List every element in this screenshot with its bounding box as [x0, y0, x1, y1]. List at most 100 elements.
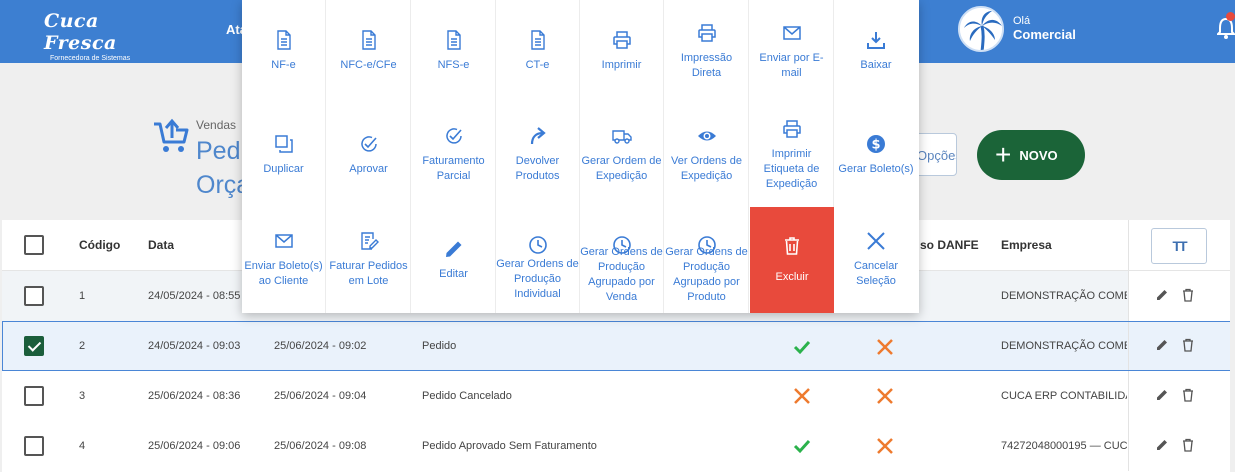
cell-date: 25/06/2024 - 09:06 [148, 440, 241, 452]
menu-item-excluir[interactable]: Excluir [750, 207, 834, 313]
menu-item-imprimir[interactable]: Imprimir [580, 0, 664, 103]
cell-date: 24/05/2024 - 08:55 [148, 290, 241, 302]
printer-icon [612, 31, 631, 49]
edit-document-icon [360, 232, 379, 250]
trash-icon[interactable] [1181, 388, 1195, 402]
table-row[interactable]: 3 25/06/2024 - 08:36 25/06/2024 - 09:04 … [2, 371, 1230, 421]
cell-code: 3 [79, 390, 86, 402]
menu-item-label: Imprimir [601, 59, 642, 71]
menu-item-ordens-producao-produto[interactable]: Gerar Ordens de Produção Agrupado por Pr… [665, 207, 749, 313]
menu-item-label: NFC-e/CFe [340, 59, 397, 71]
row-checkbox[interactable] [24, 386, 44, 406]
menu-item-label: Faturar Pedidos em Lote [329, 260, 408, 287]
x-icon [794, 388, 810, 404]
menu-item-devolver-produtos[interactable]: Devolver Produtos [496, 103, 580, 207]
column-header-danfe[interactable]: so DANFE [920, 220, 980, 270]
pencil-icon[interactable] [1155, 438, 1169, 452]
column-header-empresa[interactable]: Empresa [1001, 220, 1052, 270]
menu-item-impressao-direta[interactable]: Impressão Direta [665, 0, 749, 103]
columns-toggle-button[interactable]: TT [1151, 228, 1207, 264]
plus-icon: + [995, 139, 1012, 170]
menu-item-enviar-boletos[interactable]: Enviar Boleto(s) ao Cliente [242, 207, 326, 313]
menu-item-label: Enviar Boleto(s) ao Cliente [244, 260, 323, 287]
trash-icon [785, 236, 799, 255]
trash-icon[interactable] [1181, 438, 1195, 452]
row-checkbox[interactable] [24, 436, 44, 456]
trash-icon[interactable] [1181, 338, 1195, 352]
pencil-icon[interactable] [1155, 338, 1169, 352]
cell-status: Pedido Cancelado [422, 390, 512, 402]
pencil-icon[interactable] [1155, 288, 1169, 302]
user-name: Comercial [1013, 27, 1076, 42]
avatar[interactable] [958, 6, 1004, 52]
envelope-icon [782, 25, 801, 40]
menu-item-ordens-producao-venda[interactable]: Gerar Ordens de Produção Agrupado por Ve… [580, 207, 664, 313]
cell-code: 1 [79, 290, 86, 302]
column-header-data[interactable]: Data [148, 220, 174, 270]
cell-date: 25/06/2024 - 08:36 [148, 390, 241, 402]
menu-item-enviar-email[interactable]: Enviar por E-mail [750, 0, 834, 103]
new-button[interactable]: + NOVO [977, 130, 1085, 180]
actions-header: TT [1128, 220, 1230, 270]
pencil-icon[interactable] [1155, 388, 1169, 402]
menu-item-faturamento-parcial[interactable]: Faturamento Parcial [412, 103, 496, 207]
table-row[interactable]: 2 24/05/2024 - 09:03 25/06/2024 - 09:02 … [2, 321, 1230, 371]
menu-item-label: CT-e [525, 59, 550, 71]
menu-item-label: Baixar [860, 59, 892, 71]
select-all-checkbox[interactable] [24, 235, 44, 255]
menu-item-gerar-ordem-expedicao[interactable]: Gerar Ordem de Expedição [580, 103, 664, 207]
breadcrumb[interactable]: Vendas [196, 118, 236, 132]
menu-item-faturar-lote[interactable]: Faturar Pedidos em Lote [327, 207, 411, 313]
cell-date-updated: 25/06/2024 - 09:04 [274, 390, 367, 402]
user-greeting: Olá Comercial [1013, 15, 1076, 41]
document-icon [446, 30, 461, 50]
menu-item-baixar[interactable]: Baixar [834, 0, 918, 103]
menu-item-label: Gerar Ordem de Expedição [581, 155, 662, 182]
cell-date-updated: 25/06/2024 - 09:08 [274, 440, 367, 452]
menu-item-imprimir-etiqueta[interactable]: Imprimir Etiqueta de Expedição [750, 103, 834, 207]
menu-item-label: Editar [439, 267, 468, 280]
cell-code: 2 [79, 340, 86, 352]
row-checkbox[interactable] [24, 286, 44, 306]
row-actions [1128, 421, 1230, 471]
menu-item-label: Imprimir Etiqueta de Expedição [763, 147, 820, 190]
x-icon [877, 388, 893, 404]
column-header-codigo[interactable]: Código [79, 220, 120, 270]
clock-icon [528, 236, 547, 254]
logo-text: Cuca Fresca [44, 10, 117, 54]
menu-item-duplicar[interactable]: Duplicar [242, 103, 326, 207]
notification-badge [1226, 12, 1235, 21]
cell-status: Pedido [422, 340, 457, 352]
logo-subtitle: Fornecedora de Sistemas [50, 55, 131, 62]
menu-item-ver-ordens-expedicao[interactable]: Ver Ordens de Expedição [665, 103, 749, 207]
document-icon [530, 30, 545, 50]
x-icon [877, 438, 893, 454]
trash-icon[interactable] [1181, 288, 1195, 302]
menu-item-ordens-producao-individual[interactable]: Gerar Ordens de Produção Individual [496, 207, 580, 313]
check-icon [793, 340, 811, 355]
row-actions [1128, 271, 1230, 321]
menu-item-aprovar[interactable]: Aprovar [327, 103, 411, 207]
row-checkbox-checked[interactable] [24, 336, 44, 356]
menu-item-nfse[interactable]: NFS-e [412, 0, 496, 103]
menu-item-gerar-boletos[interactable]: $ Gerar Boleto(s) [834, 103, 918, 207]
logo[interactable]: Cuca Fresca Fornecedora de Sistemas [44, 10, 154, 62]
cell-company: DEMONSTRAÇÃO COMERCIAL [1001, 340, 1127, 352]
menu-item-label: Faturamento Parcial [422, 155, 485, 182]
menu-item-label: Enviar por E-mail [759, 51, 824, 79]
return-arrow-icon [530, 127, 546, 145]
cell-date-updated: 25/06/2024 - 09:02 [274, 340, 367, 352]
printer-icon [697, 23, 716, 42]
menu-item-label: Gerar Boleto(s) [838, 162, 914, 175]
table-row[interactable]: 4 25/06/2024 - 09:06 25/06/2024 - 09:08 … [2, 421, 1230, 471]
menu-item-editar[interactable]: Editar [412, 207, 496, 313]
menu-item-cancelar-selecao[interactable]: Cancelar Seleção [834, 207, 918, 313]
menu-item-cte[interactable]: CT-e [496, 0, 580, 103]
menu-item-nfce[interactable]: NFC-e/CFe [327, 0, 411, 103]
cell-company: CUCA ERP CONTABILIDADE [1001, 390, 1127, 402]
dollar-circle-icon: $ [867, 134, 885, 153]
menu-item-nfe[interactable]: NF-e [242, 0, 326, 103]
check-icon [793, 439, 811, 454]
truck-icon [611, 130, 632, 144]
palm-tree-icon [960, 8, 1002, 50]
